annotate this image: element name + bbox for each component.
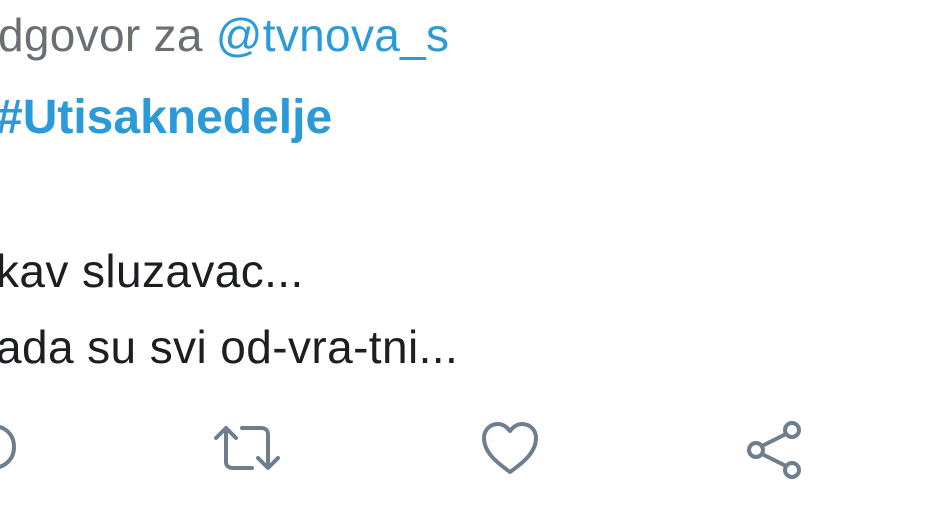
tweet-text-line: kav sluzavac...	[0, 245, 304, 297]
reply-button[interactable]	[0, 418, 20, 478]
heart-icon	[482, 422, 538, 474]
like-button[interactable]	[478, 418, 542, 478]
hashtag-link[interactable]: #Utisaknedelje	[0, 94, 332, 142]
tweet-text-line: ada su svi od-vra-tni...	[0, 321, 459, 373]
retweet-button[interactable]	[210, 418, 284, 478]
retweet-icon	[214, 426, 280, 470]
reply-icon	[0, 425, 16, 469]
reply-context: dgovor za @tvnova_s	[0, 12, 449, 58]
share-icon	[747, 421, 801, 479]
reply-mention-link[interactable]: @tvnova_s	[216, 9, 450, 61]
share-button[interactable]	[744, 418, 808, 482]
reply-prefix: dgovor za	[0, 9, 216, 61]
